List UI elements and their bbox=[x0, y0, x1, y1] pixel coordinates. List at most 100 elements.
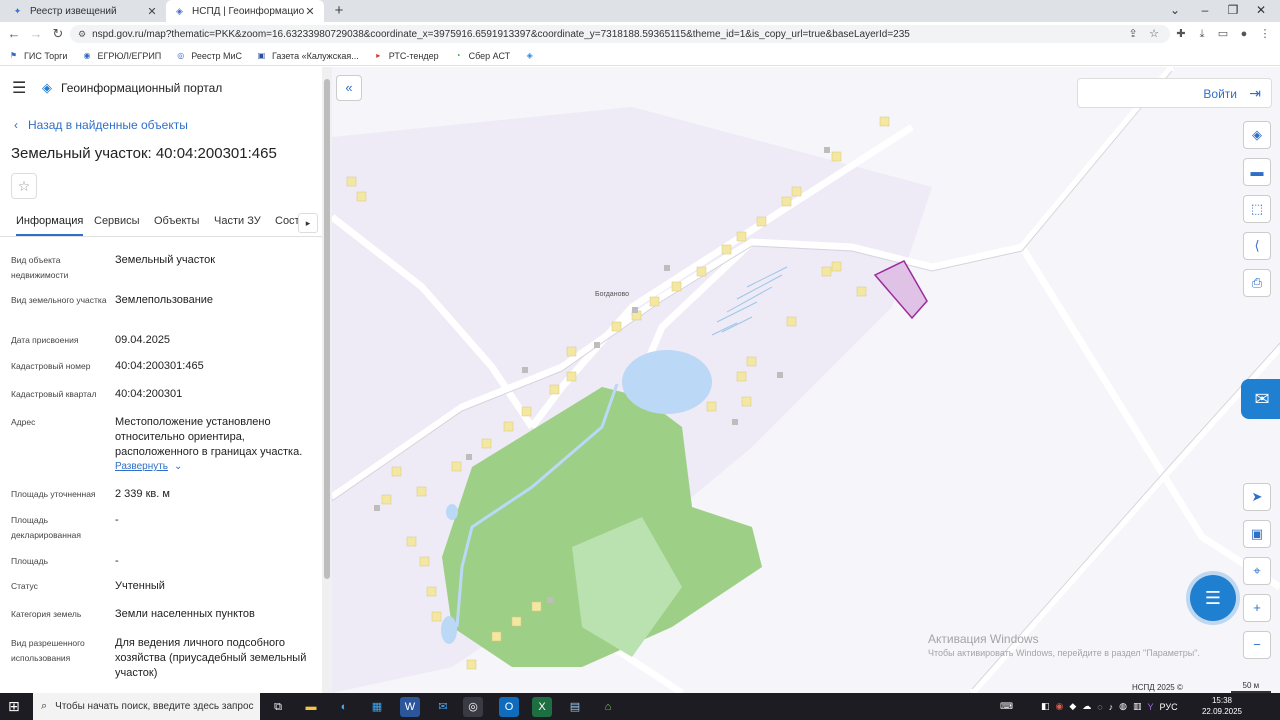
tab-search-icon[interactable]: ⌄ bbox=[1166, 2, 1184, 18]
keyboard-icon[interactable]: ⌨ bbox=[1000, 701, 1013, 712]
profile-icon[interactable]: ● bbox=[1237, 27, 1251, 41]
search-placeholder: Чтобы начать поиск, введите здесь запрос bbox=[55, 701, 254, 712]
clock[interactable]: 15:38 22.09.2025 bbox=[1200, 695, 1244, 717]
property-label: Адрес bbox=[11, 417, 36, 427]
property-label: Вид объекта недвижимости bbox=[11, 255, 69, 280]
bookmarks-bar: ⚑ ГИС Торги ◉ ЕГРЮЛ/ЕГРИП ◎ Реестр МиС ▣ Газ… bbox=[0, 46, 1280, 66]
bookmark-star-icon[interactable]: ☆ bbox=[1147, 27, 1161, 41]
network-icon[interactable]: ▥ bbox=[1133, 701, 1142, 712]
property-value: 09.04.2025 bbox=[115, 334, 171, 346]
property-label: Категория земель bbox=[11, 609, 82, 619]
scrollbar-thumb[interactable] bbox=[324, 79, 330, 579]
map-footer: НСПД 2025 © 50 м bbox=[1132, 681, 1280, 693]
back-arrow-icon[interactable]: ← bbox=[6, 26, 22, 42]
nvidia-icon[interactable]: ◆ bbox=[1069, 701, 1076, 712]
menu-kebab-icon[interactable]: ⋮ bbox=[1258, 27, 1272, 41]
geolocation-icon[interactable]: ➤ bbox=[1243, 483, 1271, 511]
property-value: Местоположение установлено относительно … bbox=[115, 416, 303, 458]
yahoo-icon[interactable]: Y bbox=[1148, 702, 1154, 712]
egrul-icon: ◉ bbox=[83, 51, 91, 60]
excel-icon[interactable]: X bbox=[532, 697, 552, 717]
bookmark-reestr-mis[interactable]: ◎ Реестр МиС bbox=[175, 50, 242, 61]
pdf-icon[interactable]: ◧ bbox=[1041, 701, 1050, 712]
opera-icon[interactable]: ◉ bbox=[1056, 701, 1064, 712]
share-icon[interactable]: ⟨ bbox=[1243, 232, 1271, 260]
globe-icon[interactable]: ◍ bbox=[1119, 701, 1127, 712]
mail-icon[interactable]: ✉ bbox=[433, 697, 453, 717]
zoom-in-button[interactable]: + bbox=[1243, 594, 1271, 622]
close-tab-icon[interactable]: ✕ bbox=[146, 5, 158, 18]
search-icon: ⌕ bbox=[41, 700, 48, 712]
new-tab-button[interactable]: + bbox=[331, 2, 347, 20]
cloud-icon[interactable]: ☁ bbox=[1082, 701, 1091, 712]
expand-address-link[interactable]: Развернуть ⌄ bbox=[115, 461, 182, 472]
chrome-icon[interactable]: ◎ bbox=[463, 697, 483, 717]
chevron-down-icon: ⌄ bbox=[174, 461, 183, 472]
date: 22.09.2025 bbox=[1201, 707, 1243, 716]
outlook-icon[interactable]: O bbox=[499, 697, 519, 717]
minimap-icon[interactable]: ▣ bbox=[1243, 520, 1271, 548]
info-tabs: Информация Сервисы Объекты Части ЗУ Сост… bbox=[0, 209, 322, 237]
windows-start-icon[interactable]: ⊞ bbox=[8, 699, 20, 713]
back-to-results-link[interactable]: ‹ Назад в найденные объекты bbox=[14, 118, 188, 132]
tabs-scroll-right-icon[interactable]: ▸ bbox=[298, 213, 318, 233]
layers-icon[interactable]: ◈ bbox=[1243, 121, 1271, 149]
tab-composition[interactable]: Соста bbox=[275, 215, 299, 227]
reload-icon[interactable]: ↻ bbox=[50, 26, 66, 42]
place-search-icon[interactable]: ⌖ bbox=[1243, 557, 1271, 585]
print-icon[interactable]: ⎙ bbox=[1243, 269, 1271, 297]
bookmark-rts-tender[interactable]: ▸ РТС-тендер bbox=[373, 50, 438, 61]
address-bar[interactable]: ⚙ nspd.gov.ru/map?thematic=PKK&zoom=16.6… bbox=[70, 25, 1170, 43]
select-area-icon[interactable]: ⬚ bbox=[1243, 195, 1271, 223]
task-view-icon[interactable]: ⧉ bbox=[268, 697, 288, 717]
tray-app-icon[interactable]: ◌ bbox=[1097, 702, 1102, 712]
menu-hamburger-icon[interactable]: ☰ bbox=[12, 81, 26, 97]
property-value: Земельный участок bbox=[115, 254, 216, 266]
bookmark-sber-ast[interactable]: ◔ Сбер АСТ bbox=[453, 50, 511, 61]
windows-activation-text: Чтобы активировать Windows, перейдите в … bbox=[928, 648, 1200, 658]
language-indicator[interactable]: РУС bbox=[1160, 702, 1178, 712]
minimize-button[interactable]: – bbox=[1196, 2, 1214, 18]
bookmark-extra[interactable]: ◈ bbox=[524, 50, 540, 61]
map-view[interactable]: Богданово « Войти ⇥ ◈ ▬ ⬚ ⟨ ⎙ ✉ ➤ ▣ ⌖ + … bbox=[332, 67, 1280, 693]
store-icon[interactable]: ▦ bbox=[367, 697, 387, 717]
close-window-button[interactable]: ✕ bbox=[1252, 2, 1270, 18]
reestr-icon: ◎ bbox=[177, 51, 185, 60]
tab-parts[interactable]: Части ЗУ bbox=[214, 215, 261, 227]
home-app-icon[interactable]: ⌂ bbox=[598, 697, 618, 717]
bookmark-egrul[interactable]: ◉ ЕГРЮЛ/ЕГРИП bbox=[81, 50, 161, 61]
ruler-icon[interactable]: ▬ bbox=[1243, 158, 1271, 186]
panel-scrollbar[interactable] bbox=[322, 67, 332, 693]
word-icon[interactable]: W bbox=[400, 697, 420, 717]
property-value: 40:04:200301 bbox=[115, 388, 183, 400]
login-button[interactable]: Войти ⇥ bbox=[1077, 78, 1272, 108]
site-info-icon[interactable]: ⚙ bbox=[78, 29, 86, 40]
extensions-icon[interactable]: ✚ bbox=[1174, 27, 1188, 41]
browser-tab-nspd[interactable]: ◈ НСПД | Геоинформационный п ✕ bbox=[166, 0, 324, 22]
collapse-panel-button[interactable]: « bbox=[336, 75, 362, 101]
small-pond bbox=[441, 616, 457, 644]
calculator-icon[interactable]: ▤ bbox=[565, 697, 585, 717]
download-icon[interactable]: ⤓ bbox=[1195, 27, 1209, 41]
favorite-star-button[interactable]: ☆ bbox=[11, 173, 37, 199]
gazeta-icon: ▣ bbox=[257, 51, 266, 60]
tab-objects[interactable]: Объекты bbox=[154, 215, 199, 227]
forward-arrow-icon[interactable]: → bbox=[28, 26, 44, 42]
tab-services[interactable]: Сервисы bbox=[94, 215, 140, 227]
property-label: Вид земельного участка bbox=[11, 295, 107, 305]
file-explorer-icon[interactable]: ▬ bbox=[301, 697, 321, 717]
share-icon[interactable]: ⇪ bbox=[1126, 27, 1140, 41]
zoom-out-button[interactable]: − bbox=[1243, 631, 1271, 659]
taskbar-search[interactable]: ⌕ Чтобы начать поиск, введите здесь запр… bbox=[33, 693, 260, 720]
support-icon[interactable]: ✉ bbox=[1241, 379, 1280, 419]
chat-icon[interactable]: ☰ bbox=[1190, 575, 1236, 621]
bookmark-gazeta[interactable]: ▣ Газета «Калужская... bbox=[256, 50, 359, 61]
browser-tab-registry[interactable]: ✦ Реестр извещений ✕ bbox=[4, 0, 166, 22]
tab-information[interactable]: Информация bbox=[16, 215, 84, 236]
bookmark-gis-torgi[interactable]: ⚑ ГИС Торги bbox=[8, 50, 68, 61]
edge-icon[interactable]: ◐ bbox=[334, 697, 354, 717]
volume-icon[interactable]: ♪ bbox=[1109, 702, 1114, 712]
restore-button[interactable]: ❐ bbox=[1224, 2, 1242, 18]
close-tab-icon[interactable]: ✕ bbox=[304, 5, 316, 18]
sidebar-icon[interactable]: ▭ bbox=[1216, 27, 1230, 41]
